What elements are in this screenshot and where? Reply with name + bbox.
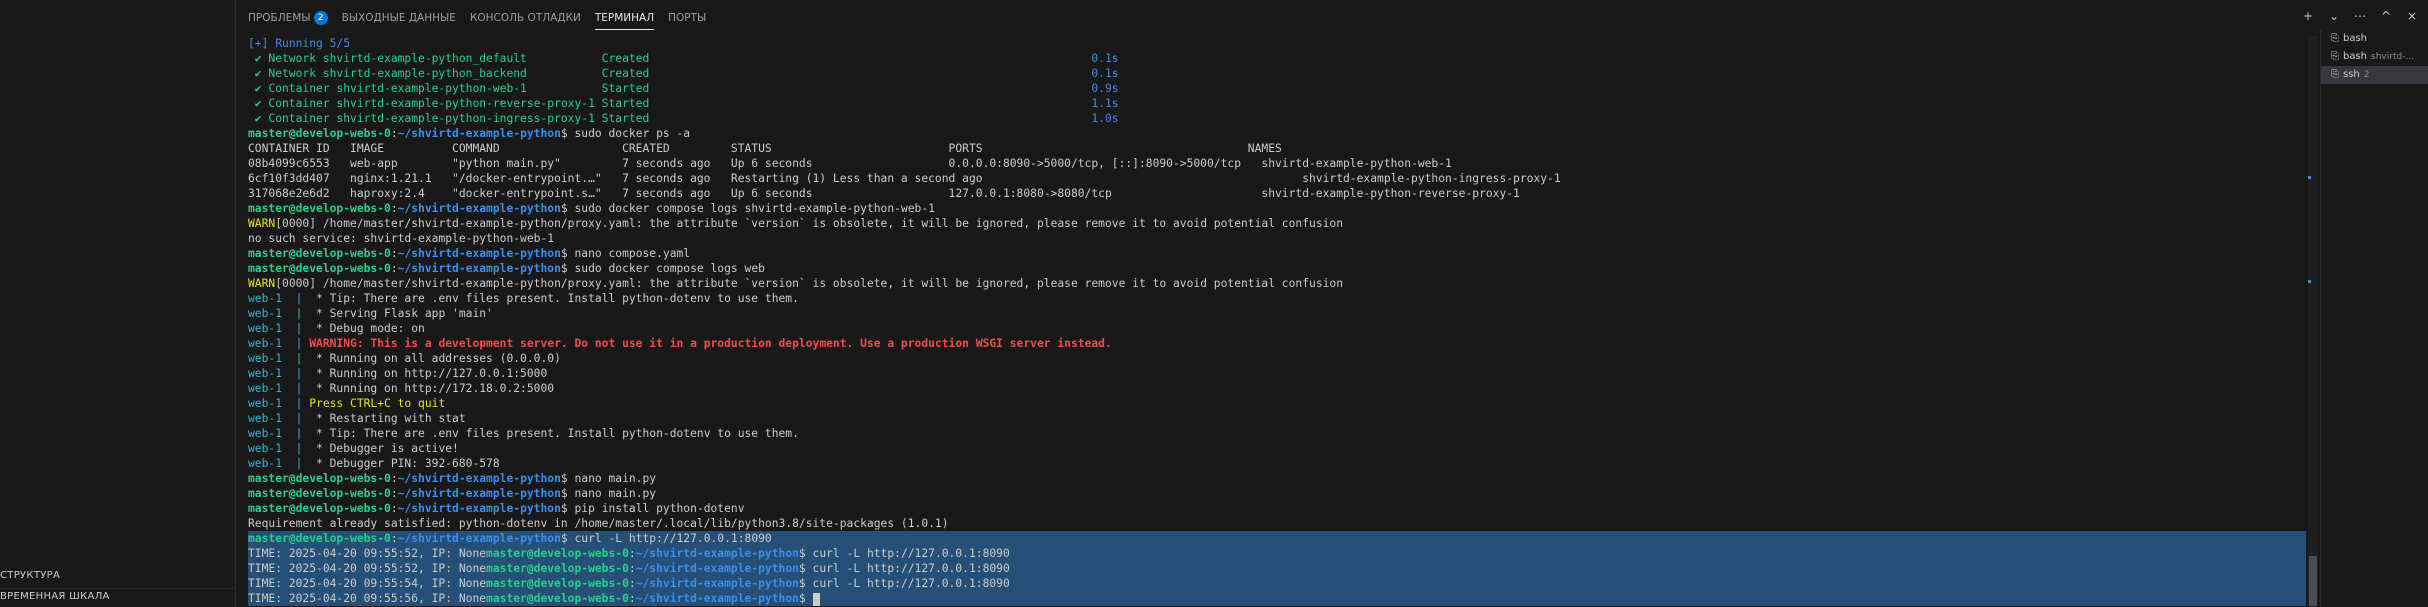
terminal-item-bash[interactable]: ⎘ bash [2321,30,2428,48]
log-line: web-1 | * Tip: There are .env files pres… [248,427,799,440]
terminal-icon: ⎘ [2331,51,2339,62]
prompt-line: master@develop-webs-0:~/shvirtd-example-… [248,487,657,500]
log-line: web-1 | Press CTRL+C to quit [248,397,446,410]
scroll-marker [2308,280,2311,283]
log-line: web-1 | * Debug mode: on [248,322,425,335]
tab-debug-console-label: КОНСОЛЬ ОТЛАДКИ [469,12,581,24]
prompt-line: master@develop-webs-0:~/shvirtd-example-… [248,247,691,260]
log-line: web-1 | WARNING: This is a development s… [248,337,1112,350]
prompt-line: master@develop-webs-0:~/shvirtd-example-… [248,531,2306,546]
terminal-output[interactable]: [+] Running 5/5 ✔ Network shvirtd-exampl… [248,36,2306,607]
explorer-sidebar: СТРУКТУРА ВРЕМЕННАЯ ШКАЛА [0,0,236,607]
terminal-dropdown-icon[interactable]: ⌄ [2326,9,2342,23]
curl-output-line: TIME: 2025-04-20 09:55:52, IP: Nonemaste… [248,561,2306,576]
curl-output-line: TIME: 2025-04-20 09:55:56, IP: Nonemaste… [248,591,2306,606]
terminal-item-sub: 2 [2363,70,2370,80]
ps-header: CONTAINER ID IMAGE COMMAND CREATED STATU… [248,142,1282,155]
prompt-line: master@develop-webs-0:~/shvirtd-example-… [248,262,765,275]
terminal-item-label: bash [2343,33,2368,44]
tab-ports[interactable]: ПОРТЫ [668,0,706,36]
new-terminal-icon[interactable]: + [2300,9,2316,23]
terminal-cursor [812,592,820,606]
ps-row: 6cf10f3dd407 nginx:1.21.1 "/docker-entry… [248,172,1561,185]
log-line: web-1 | * Running on all addresses (0.0.… [248,352,561,365]
terminal-scrollbar[interactable] [2308,36,2318,607]
pip-output: Requirement already satisfied: python-do… [248,517,949,530]
terminal-item-label: ssh [2343,69,2360,80]
prompt-line: master@develop-webs-0:~/shvirtd-example-… [248,472,657,485]
error-line: no such service: shvirtd-example-python-… [248,232,555,245]
timeline-label: ВРЕМЕННАЯ ШКАЛА [0,591,110,602]
scroll-thumb[interactable] [2309,556,2317,606]
tab-terminal-label: ТЕРМИНАЛ [594,12,655,24]
compose-row: ✔ Container shvirtd-example-python-ingre… [248,112,1119,125]
terminal-item-label: bash [2343,51,2368,62]
compose-row: ✔ Network shvirtd-example-python_backend… [248,67,1119,80]
log-line: web-1 | * Debugger PIN: 392-680-578 [248,457,500,470]
more-actions-icon[interactable]: ⋯ [2352,9,2368,23]
tab-ports-label: ПОРТЫ [668,12,707,24]
panel: ПРОБЛЕМЫ 2 ВЫХОДНЫЕ ДАННЫЕ КОНСОЛЬ ОТЛАДК… [236,0,2428,607]
compose-header: [+] Running 5/5 [248,37,351,50]
tab-problems[interactable]: ПРОБЛЕМЫ 2 [248,0,328,36]
log-line: web-1 | * Running on http://172.18.0.2:5… [248,382,555,395]
panel-tabs: ПРОБЛЕМЫ 2 ВЫХОДНЫЕ ДАННЫЕ КОНСОЛЬ ОТЛАДК… [248,0,720,36]
tab-terminal[interactable]: ТЕРМИНАЛ [594,0,655,36]
terminal-item-bash-2[interactable]: ⎘ bash shvirtd-... [2321,48,2428,66]
outline-label: СТРУКТУРА [0,570,61,581]
panel-actions: + ⌄ ⋯ ^ × [2300,9,2420,23]
compose-row: ✔ Container shvirtd-example-python-rever… [248,97,1119,110]
tab-output-label: ВЫХОДНЫЕ ДАННЫЕ [341,12,456,24]
terminal-icon: ⎘ [2331,69,2339,80]
warn-line: WARN[0000] /home/master/shvirtd-example-… [248,217,1344,230]
ps-row: 08b4099c6553 web-app "python main.py" 7 … [248,157,1452,170]
problems-count-badge: 2 [313,11,328,25]
maximize-panel-icon[interactable]: ^ [2378,9,2394,23]
outline-section[interactable]: СТРУКТУРА [0,570,60,581]
timeline-section[interactable]: ВРЕМЕННАЯ ШКАЛА [0,588,235,602]
tab-debug-console[interactable]: КОНСОЛЬ ОТЛАДКИ [470,0,581,36]
prompt-line: master@develop-webs-0:~/shvirtd-example-… [248,202,935,215]
log-line: web-1 | * Restarting with stat [248,412,466,425]
log-line: web-1 | * Running on http://127.0.0.1:50… [248,367,548,380]
curl-output-line: TIME: 2025-04-20 09:55:52, IP: Nonemaste… [248,546,2306,561]
terminal-item-ssh[interactable]: ⎘ ssh 2 [2321,66,2428,84]
prompt-line: master@develop-webs-0:~/shvirtd-example-… [248,127,691,140]
close-panel-icon[interactable]: × [2404,9,2420,23]
terminal-list: ⎘ bash ⎘ bash shvirtd-... ⎘ ssh 2 [2320,30,2428,607]
log-line: web-1 | * Debugger is active! [248,442,459,455]
compose-row: ✔ Container shvirtd-example-python-web-1… [248,82,1119,95]
tab-output[interactable]: ВЫХОДНЫЕ ДАННЫЕ [342,0,456,36]
log-line: web-1 | * Serving Flask app 'main' [248,307,493,320]
log-line: web-1 | * Tip: There are .env files pres… [248,292,799,305]
warn-line: WARN[0000] /home/master/shvirtd-example-… [248,277,1344,290]
curl-output-line: TIME: 2025-04-20 09:55:54, IP: Nonemaste… [248,576,2306,591]
prompt-line: master@develop-webs-0:~/shvirtd-example-… [248,502,745,515]
compose-row: ✔ Network shvirtd-example-python_default… [248,52,1119,65]
scroll-marker [2308,176,2311,179]
terminal-item-sub: shvirtd-... [2371,52,2415,62]
tab-problems-label: ПРОБЛЕМЫ [248,12,311,24]
terminal-icon: ⎘ [2331,33,2339,44]
ps-row: 317068e2e6d2 haproxy:2.4 "docker-entrypo… [248,187,1520,200]
